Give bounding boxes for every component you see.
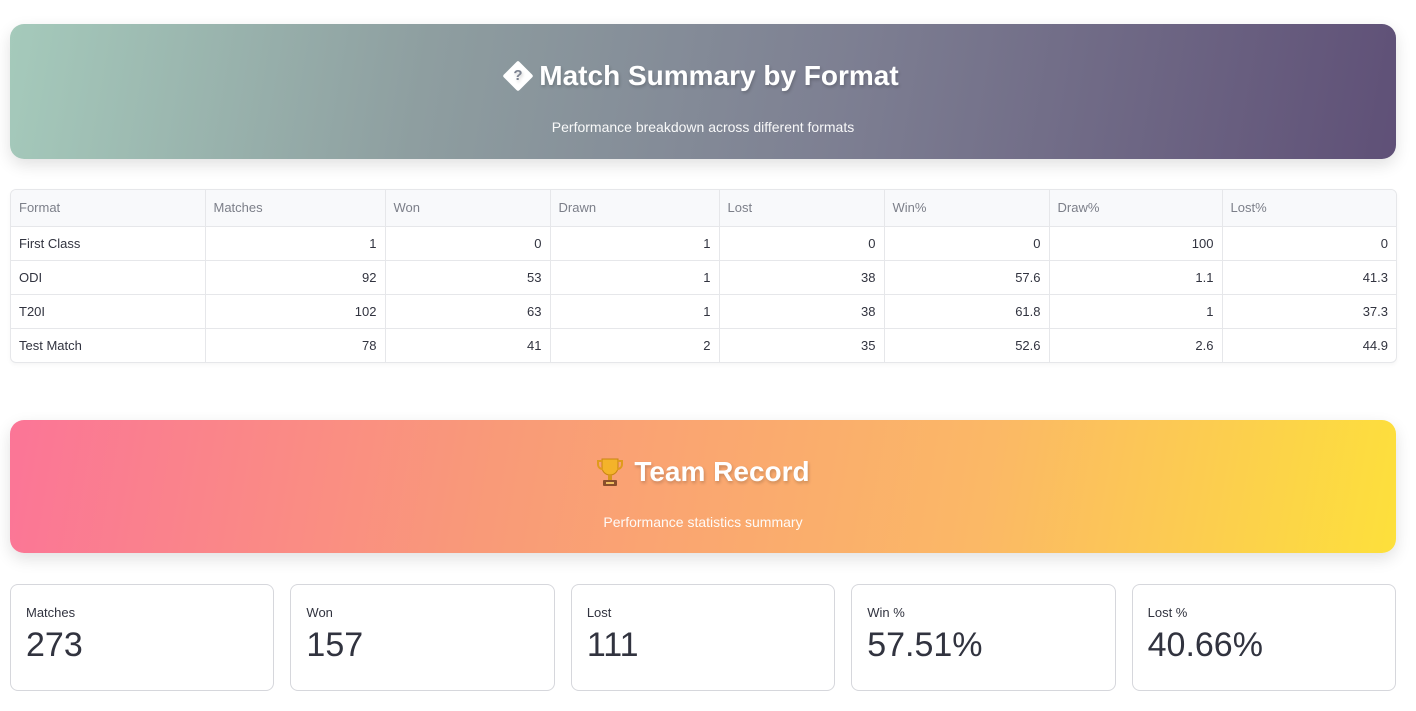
team-record-subtitle: Performance statistics summary (603, 514, 803, 530)
trophy-icon (596, 456, 624, 488)
table-cell[interactable]: 1 (550, 294, 720, 329)
metric-card-lost-pct: Lost % 40.66% (1131, 584, 1397, 691)
table-cell[interactable]: 1 (550, 260, 720, 295)
column-header-draw-pct[interactable]: Draw% (1049, 190, 1223, 227)
table-cell[interactable]: 1 (1049, 294, 1223, 329)
table-cell[interactable]: 0 (1222, 226, 1396, 261)
metric-card-won: Won 157 (290, 584, 555, 691)
table-cell[interactable]: 37.3 (1222, 294, 1396, 329)
table-cell[interactable]: First Class (11, 226, 206, 261)
table-cell[interactable]: 41 (385, 328, 551, 362)
metric-label: Matches (26, 605, 76, 620)
table-cell[interactable]: 100 (1049, 226, 1223, 261)
match-summary-subtitle: Performance breakdown across different f… (551, 119, 855, 135)
table-cell[interactable]: 78 (205, 328, 386, 362)
table-cell[interactable]: T20I (11, 294, 206, 329)
table-cell[interactable]: 57.6 (884, 260, 1050, 295)
column-header-lost-pct[interactable]: Lost% (1222, 190, 1396, 227)
metric-label: Win % (867, 605, 905, 620)
team-record-title: Team Record (634, 456, 810, 487)
metric-value: 273 (26, 626, 83, 664)
table-cell[interactable]: 92 (205, 260, 386, 295)
page: ? Match Summary by Format Performance br… (0, 0, 1416, 711)
match-summary-title: Match Summary by Format (539, 60, 899, 91)
match-summary-title-row: ? Match Summary by Format (10, 60, 1396, 92)
metric-label: Lost % (1147, 605, 1188, 620)
table-row: ODI 92 53 1 38 57.6 1.1 41.3 (11, 260, 1396, 295)
team-record-title-row: Team Record (10, 456, 1396, 488)
column-header-lost[interactable]: Lost (719, 190, 885, 227)
table-cell[interactable]: ODI (11, 260, 206, 295)
format-table: Format Matches Won Drawn Lost Win% Draw%… (11, 190, 1396, 362)
table-cell[interactable]: 1 (550, 226, 720, 261)
metrics-row: Matches 273 Won 157 Lost 111 Win % 57.51… (10, 584, 1397, 691)
column-header-matches[interactable]: Matches (205, 190, 386, 227)
table-cell[interactable]: 44.9 (1222, 328, 1396, 362)
table-cell[interactable]: 53 (385, 260, 551, 295)
table-header-row: Format Matches Won Drawn Lost Win% Draw%… (11, 190, 1396, 227)
column-header-won[interactable]: Won (385, 190, 551, 227)
table-row: Test Match 78 41 2 35 52.6 2.6 44.9 (11, 328, 1396, 362)
table-cell[interactable]: 35 (719, 328, 885, 362)
column-header-win-pct[interactable]: Win% (884, 190, 1050, 227)
diamond-question-icon: ? (502, 60, 534, 92)
table-cell[interactable]: 1.1 (1049, 260, 1223, 295)
metric-label: Lost (586, 605, 612, 620)
table-cell[interactable]: 0 (385, 226, 551, 261)
team-record-banner: Team Record Performance statistics summa… (10, 420, 1396, 553)
table-cell[interactable]: 2.6 (1049, 328, 1223, 362)
table-cell[interactable]: 102 (205, 294, 386, 329)
table-cell[interactable]: 0 (884, 226, 1050, 261)
column-header-drawn[interactable]: Drawn (550, 190, 720, 227)
table-row: T20I 102 63 1 38 61.8 1 37.3 (11, 294, 1396, 329)
table-cell[interactable]: 63 (385, 294, 551, 329)
table-cell[interactable]: Test Match (11, 328, 206, 362)
metric-card-win-pct: Win % 57.51% (851, 584, 1116, 691)
table-cell[interactable]: 1 (205, 226, 386, 261)
table-cell[interactable]: 2 (550, 328, 720, 362)
table-row: First Class 1 0 1 0 0 100 0 (11, 226, 1396, 261)
metric-value: 57.51% (867, 626, 983, 664)
table-cell[interactable]: 61.8 (884, 294, 1050, 329)
metric-card-matches: Matches 273 (10, 584, 275, 691)
metric-value: 111 (586, 626, 639, 664)
table-cell[interactable]: 38 (719, 260, 885, 295)
table-cell[interactable]: 0 (719, 226, 885, 261)
metric-card-lost: Lost 111 (570, 584, 836, 691)
metric-value: 40.66% (1147, 626, 1263, 664)
table-cell[interactable]: 52.6 (884, 328, 1050, 362)
table-cell[interactable]: 41.3 (1222, 260, 1396, 295)
table-cell[interactable]: 38 (719, 294, 885, 329)
column-header-format[interactable]: Format (11, 190, 206, 227)
metric-value: 157 (306, 626, 364, 664)
format-table-container[interactable]: Format Matches Won Drawn Lost Win% Draw%… (10, 189, 1397, 363)
metric-label: Won (306, 605, 333, 620)
match-summary-banner: ? Match Summary by Format Performance br… (10, 24, 1396, 159)
